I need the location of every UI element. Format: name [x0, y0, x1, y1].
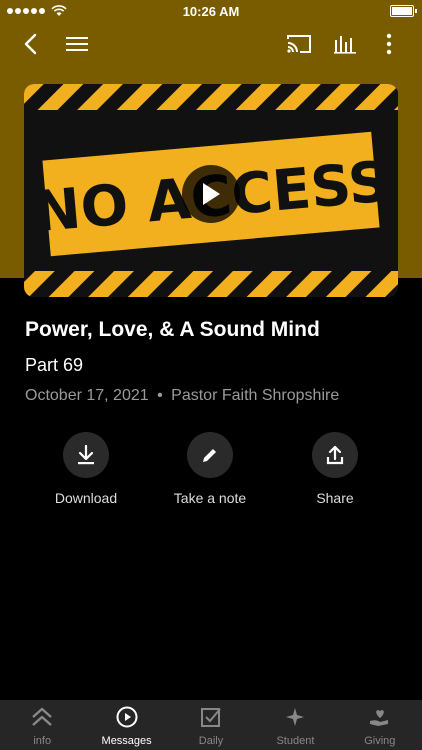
status-bar: 10:26 AM [0, 0, 422, 22]
pencil-icon [203, 449, 216, 462]
tab-student-label: Student [276, 735, 315, 747]
download-icon [78, 444, 94, 465]
message-speaker: Pastor Faith Shropshire [171, 387, 340, 404]
play-icon [203, 183, 220, 205]
tab-daily[interactable]: Daily [169, 700, 253, 750]
tab-info-label: info [33, 735, 52, 747]
download-circle[interactable] [63, 432, 109, 478]
download-label: Download [54, 490, 118, 506]
menu-button[interactable] [63, 30, 91, 58]
cast-icon [287, 35, 311, 53]
more-button[interactable] [375, 30, 403, 58]
audio-bars-icon [334, 36, 356, 54]
tab-bar: info Messages Daily Student Giving [0, 700, 422, 750]
play-button[interactable] [182, 165, 240, 223]
nav-bar [0, 22, 422, 66]
share-button[interactable]: Share [275, 432, 395, 506]
share-label: Share [316, 490, 354, 506]
tab-daily-label: Daily [198, 735, 224, 747]
heart-hand-icon [369, 710, 388, 726]
tab-info[interactable]: info [0, 700, 84, 750]
cast-button[interactable] [285, 30, 313, 58]
tab-messages[interactable]: Messages [84, 700, 168, 750]
message-title: Power, Love, & A Sound Mind [25, 318, 320, 341]
take-note-circle[interactable] [187, 432, 233, 478]
tab-messages-label: Messages [101, 735, 152, 747]
play-circle-icon [116, 706, 138, 728]
battery-icon [390, 5, 417, 17]
download-button[interactable]: Download [26, 432, 146, 506]
tab-giving-label: Giving [364, 735, 396, 747]
chevron-left-icon [24, 33, 37, 55]
message-part: Part 69 [25, 355, 84, 375]
take-note-button[interactable]: Take a note [150, 432, 270, 506]
sparkle-icon [286, 708, 305, 726]
share-icon [326, 445, 344, 465]
message-date: October 17, 2021 [25, 387, 149, 404]
hamburger-icon [66, 37, 88, 51]
more-vertical-icon [386, 33, 392, 55]
share-circle[interactable] [312, 432, 358, 478]
audio-button[interactable] [331, 30, 359, 58]
back-button[interactable] [17, 30, 45, 58]
tab-student[interactable]: Student [253, 700, 337, 750]
checkbox-icon [201, 708, 221, 727]
meta-separator: • [157, 387, 163, 404]
status-time: 10:26 AM [182, 4, 240, 19]
message-meta: October 17, 2021 • Pastor Faith Shropshi… [25, 387, 339, 405]
tab-giving[interactable]: Giving [338, 700, 422, 750]
take-note-label: Take a note [173, 490, 247, 506]
chevrons-up-icon [32, 707, 53, 726]
